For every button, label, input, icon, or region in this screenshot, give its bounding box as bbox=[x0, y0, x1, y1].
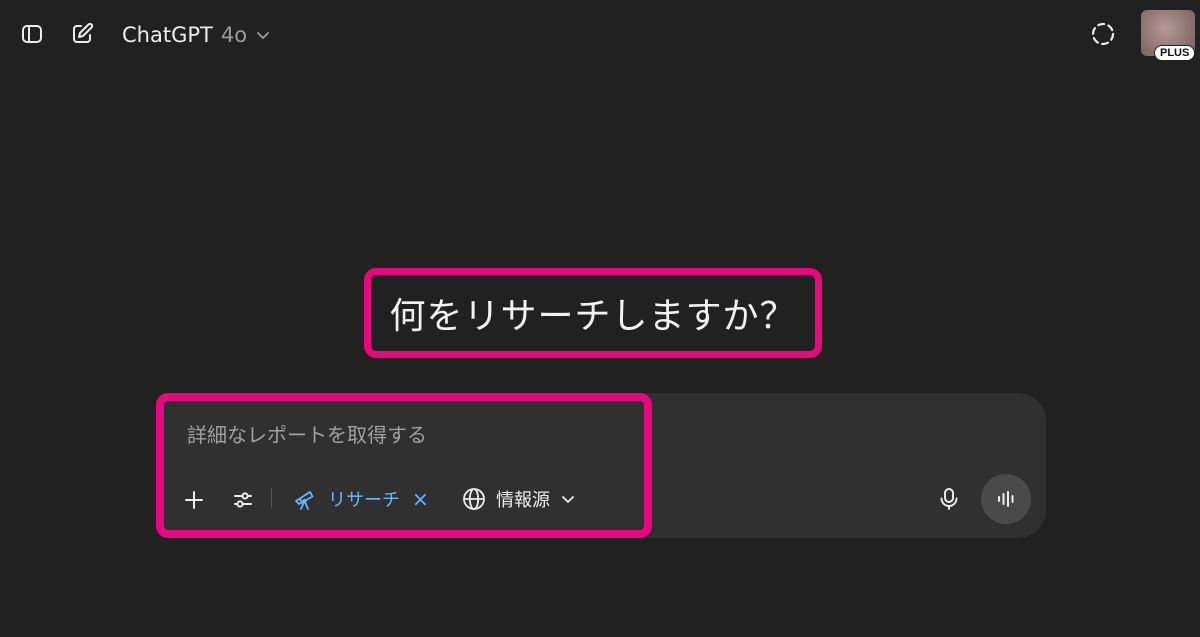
new-chat-edit-icon bbox=[73, 22, 94, 43]
add-attachment-button[interactable] bbox=[178, 484, 210, 516]
top-bar: ChatGPT 4o PLUS bbox=[0, 0, 1200, 70]
temporary-chat-button[interactable] bbox=[1086, 17, 1120, 51]
research-chip-close-icon[interactable]: × bbox=[412, 489, 429, 509]
prompt-input[interactable] bbox=[185, 418, 629, 452]
model-name: ChatGPT bbox=[122, 23, 213, 47]
plus-icon bbox=[185, 491, 203, 509]
telescope-icon bbox=[295, 491, 314, 510]
toolbar-divider bbox=[271, 488, 272, 508]
page-title: 何をリサーチしますか？ bbox=[389, 296, 797, 337]
model-version: 4o bbox=[220, 23, 248, 47]
model-switcher[interactable]: ChatGPT 4o bbox=[114, 18, 279, 52]
plan-badge: PLUS bbox=[1154, 45, 1196, 61]
dictate-button[interactable] bbox=[932, 482, 966, 516]
chevron-down-icon bbox=[562, 496, 574, 503]
composer bbox=[156, 393, 1046, 538]
tools-button[interactable] bbox=[227, 484, 259, 516]
voice-mode-button[interactable] bbox=[981, 474, 1031, 524]
research-chip-label: リサーチ bbox=[328, 490, 400, 511]
chatgpt-page: ChatGPT 4o PLUS 何をリサーチしますか？ 詳細なレポートを取得する… bbox=[0, 0, 1200, 637]
sliders-icon bbox=[234, 492, 252, 508]
sidebar-toggle-button[interactable] bbox=[15, 17, 49, 51]
new-chat-button[interactable] bbox=[65, 17, 99, 51]
waveform-icon bbox=[998, 491, 1014, 507]
heading-highlight: 何をリサーチしますか？ bbox=[364, 268, 822, 358]
microphone-icon bbox=[940, 488, 958, 510]
sidebar-toggle-icon bbox=[22, 25, 42, 43]
globe-icon bbox=[463, 488, 485, 510]
dashed-circle-icon bbox=[1091, 22, 1115, 46]
sources-label: 情報源 bbox=[496, 490, 550, 511]
chevron-down-icon bbox=[257, 32, 269, 39]
research-chip[interactable]: リサーチ × bbox=[292, 481, 429, 517]
sources-dropdown[interactable]: 情報源 bbox=[462, 481, 576, 517]
